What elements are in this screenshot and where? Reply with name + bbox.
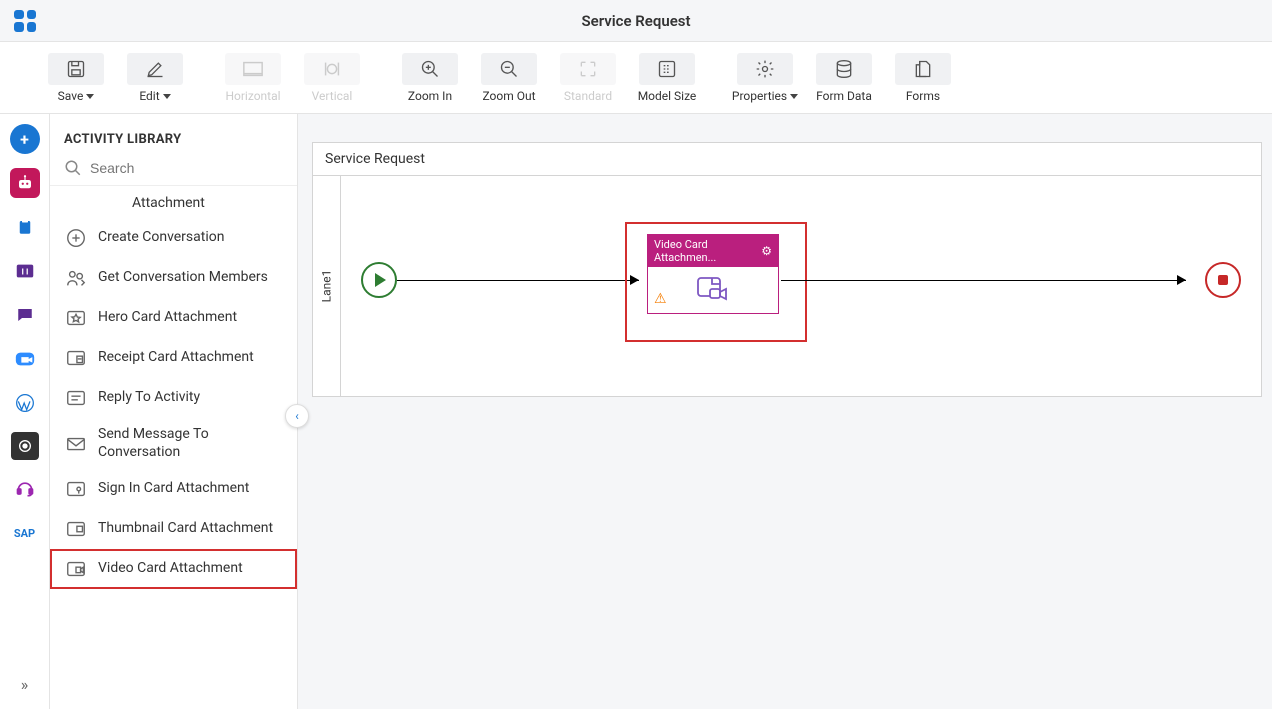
lane-header[interactable]: Lane1 xyxy=(313,176,341,396)
chevron-left-icon: ‹ xyxy=(295,409,299,423)
canvas-area[interactable]: Service Request Lane1 Video Card Attachm… xyxy=(298,114,1272,709)
chevron-down-icon xyxy=(163,94,171,99)
zoom-in-button[interactable]: Zoom In xyxy=(394,48,466,108)
rail-zoom-button[interactable] xyxy=(10,344,40,374)
rail-support-button[interactable] xyxy=(10,474,40,504)
list-item[interactable]: Attachment xyxy=(50,190,297,218)
rail-expand-button[interactable]: » xyxy=(10,669,40,699)
rail-clipboard-button[interactable] xyxy=(10,212,40,242)
list-item[interactable]: Send Message To Conversation xyxy=(50,418,297,469)
headset-icon xyxy=(15,479,35,499)
conversation-icon xyxy=(65,227,87,249)
zoom-in-icon xyxy=(420,59,440,79)
page-title: Service Request xyxy=(581,12,690,30)
horizontal-button: Horizontal xyxy=(217,48,289,108)
send-message-icon xyxy=(65,433,87,455)
forms-button[interactable]: Forms xyxy=(887,48,959,108)
standard-icon xyxy=(578,59,598,79)
rail-wordpress-button[interactable] xyxy=(10,388,40,418)
edit-button[interactable]: Edit xyxy=(119,48,191,108)
activity-node[interactable]: Video Card Attachmen... ⚙ ⚠ xyxy=(647,234,779,314)
activity-library-panel: ACTIVITY LIBRARY Attachment Create Conve… xyxy=(50,114,298,709)
gear-icon xyxy=(755,59,775,79)
hero-card-icon xyxy=(65,307,87,329)
svg-text:I I: I I xyxy=(21,268,28,278)
target-icon xyxy=(17,438,33,454)
node-label: Video Card Attachmen... xyxy=(654,238,761,264)
selected-node-highlight: Video Card Attachmen... ⚙ ⚠ xyxy=(625,222,807,342)
rail-sap-button[interactable]: SAP xyxy=(10,518,40,548)
task-icon: I I xyxy=(14,260,36,282)
search-icon xyxy=(64,159,82,177)
list-item[interactable]: Create Conversation xyxy=(50,218,297,258)
start-node[interactable] xyxy=(361,262,397,298)
list-item[interactable]: Thumbnail Card Attachment xyxy=(50,509,297,549)
search-input[interactable] xyxy=(90,160,283,176)
rail-chat-button[interactable] xyxy=(10,300,40,330)
video-card-icon xyxy=(696,276,730,304)
end-node[interactable] xyxy=(1205,262,1241,298)
toolbar: Save Edit Horizontal Vertical Zoom In Zo… xyxy=(0,42,1272,114)
list-item[interactable]: Reply To Activity xyxy=(50,378,297,418)
warning-icon: ⚠ xyxy=(654,291,667,307)
bot-icon xyxy=(16,174,34,192)
properties-button[interactable]: Properties xyxy=(729,48,801,108)
side-rail: + I I SAP » xyxy=(0,114,50,709)
stop-icon xyxy=(1218,275,1228,285)
clipboard-icon xyxy=(16,218,34,236)
list-item[interactable]: Hero Card Attachment xyxy=(50,298,297,338)
list-item[interactable]: Get Conversation Members xyxy=(50,258,297,298)
list-item-video-card[interactable]: Video Card Attachment xyxy=(50,549,297,589)
standard-button: Standard xyxy=(552,48,624,108)
horizontal-icon xyxy=(242,60,264,78)
camera-zoom-icon xyxy=(14,348,36,370)
app-grid-icon xyxy=(14,10,36,32)
signin-card-icon xyxy=(65,478,87,500)
thumbnail-card-icon xyxy=(65,518,87,540)
chat-icon xyxy=(16,306,34,324)
model-size-button[interactable]: Model Size xyxy=(631,48,703,108)
model-size-icon xyxy=(657,59,677,79)
rail-add-button[interactable]: + xyxy=(10,124,40,154)
vertical-button: Vertical xyxy=(296,48,368,108)
process-title[interactable]: Service Request xyxy=(313,143,1261,176)
panel-title: ACTIVITY LIBRARY xyxy=(50,114,297,159)
rail-task-button[interactable]: I I xyxy=(10,256,40,286)
forms-icon xyxy=(913,59,933,79)
flow-edge[interactable] xyxy=(397,280,639,281)
zoom-out-button[interactable]: Zoom Out xyxy=(473,48,545,108)
node-settings-button[interactable]: ⚙ xyxy=(761,244,772,258)
arrow-icon xyxy=(1177,275,1186,285)
vertical-icon xyxy=(321,60,343,78)
list-item[interactable]: Receipt Card Attachment xyxy=(50,338,297,378)
list-item[interactable]: Sign In Card Attachment xyxy=(50,469,297,509)
chevron-down-icon xyxy=(790,94,798,99)
app-menu-button[interactable] xyxy=(0,10,50,32)
zoom-out-icon xyxy=(499,59,519,79)
database-icon xyxy=(834,59,854,79)
save-icon xyxy=(66,59,86,79)
receipt-card-icon xyxy=(65,347,87,369)
rail-bot-button[interactable] xyxy=(10,168,40,198)
video-card-icon xyxy=(65,558,87,580)
collapse-panel-button[interactable]: ‹ xyxy=(285,404,309,428)
chevron-down-icon xyxy=(86,94,94,99)
rail-target-button[interactable] xyxy=(11,432,39,460)
wordpress-icon xyxy=(15,393,35,413)
edit-icon xyxy=(145,59,165,79)
play-icon xyxy=(375,273,386,287)
reply-icon xyxy=(65,387,87,409)
save-button[interactable]: Save xyxy=(40,48,112,108)
members-icon xyxy=(65,267,87,289)
form-data-button[interactable]: Form Data xyxy=(808,48,880,108)
flow-edge[interactable] xyxy=(781,280,1186,281)
